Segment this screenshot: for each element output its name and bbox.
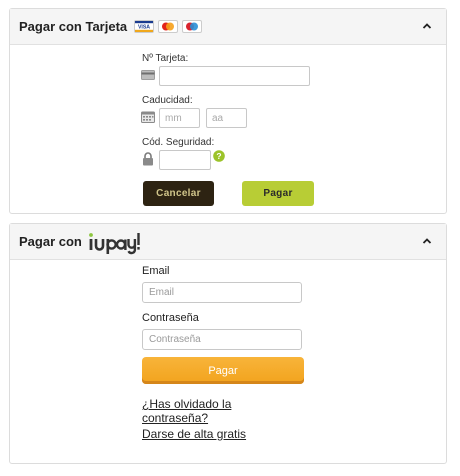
password-label: Contraseña [142, 312, 199, 324]
svg-text:VISA: VISA [138, 25, 150, 31]
email-input[interactable] [142, 282, 302, 303]
cancel-button[interactable]: Cancelar [143, 181, 214, 206]
iupay-panel-title: Pagar con [19, 234, 82, 249]
maestro-logo [182, 20, 202, 33]
expiry-year-input[interactable] [206, 108, 247, 128]
card-panel-header[interactable]: Pagar con Tarjeta VISA [10, 9, 446, 45]
card-logos: VISA [134, 20, 202, 33]
iupay-panel-header[interactable]: Pagar con [10, 224, 446, 260]
expiry-month-input[interactable] [159, 108, 200, 128]
expiry-label: Caducidad: [142, 95, 193, 106]
forgot-password-link[interactable]: ¿Has olvidado la contraseña? [142, 397, 231, 425]
cvv-input[interactable] [159, 150, 211, 170]
lock-icon [143, 152, 153, 166]
calendar-icon [141, 111, 155, 123]
chevron-up-icon[interactable] [422, 237, 432, 245]
svg-text:?: ? [216, 151, 221, 161]
visa-logo: VISA [134, 20, 154, 33]
card-panel-title: Pagar con Tarjeta [19, 19, 128, 34]
iupay-payment-panel: Pagar con Email Contraseña Pagar ¿H [9, 223, 447, 464]
forgot-password-line1: ¿Has olvidado la [142, 397, 232, 411]
chevron-up-icon[interactable] [422, 22, 432, 30]
email-label: Email [142, 265, 170, 277]
card-number-input[interactable] [159, 66, 310, 86]
pay-card-button[interactable]: Pagar [242, 181, 314, 206]
signup-link[interactable]: Darse de alta gratis [142, 427, 246, 441]
card-payment-panel: Pagar con Tarjeta VISA Nº Tarjeta: Caduc… [9, 8, 447, 214]
credit-card-icon [141, 70, 155, 80]
help-icon[interactable]: ? [213, 150, 225, 162]
pay-iupay-button[interactable]: Pagar [142, 357, 304, 384]
iupay-logo [89, 233, 140, 255]
password-input[interactable] [142, 329, 302, 350]
forgot-password-line2: contraseña? [142, 411, 209, 425]
cvv-label: Cód. Seguridad: [142, 137, 215, 148]
card-number-label: Nº Tarjeta: [142, 53, 189, 64]
mastercard-logo [158, 20, 178, 33]
